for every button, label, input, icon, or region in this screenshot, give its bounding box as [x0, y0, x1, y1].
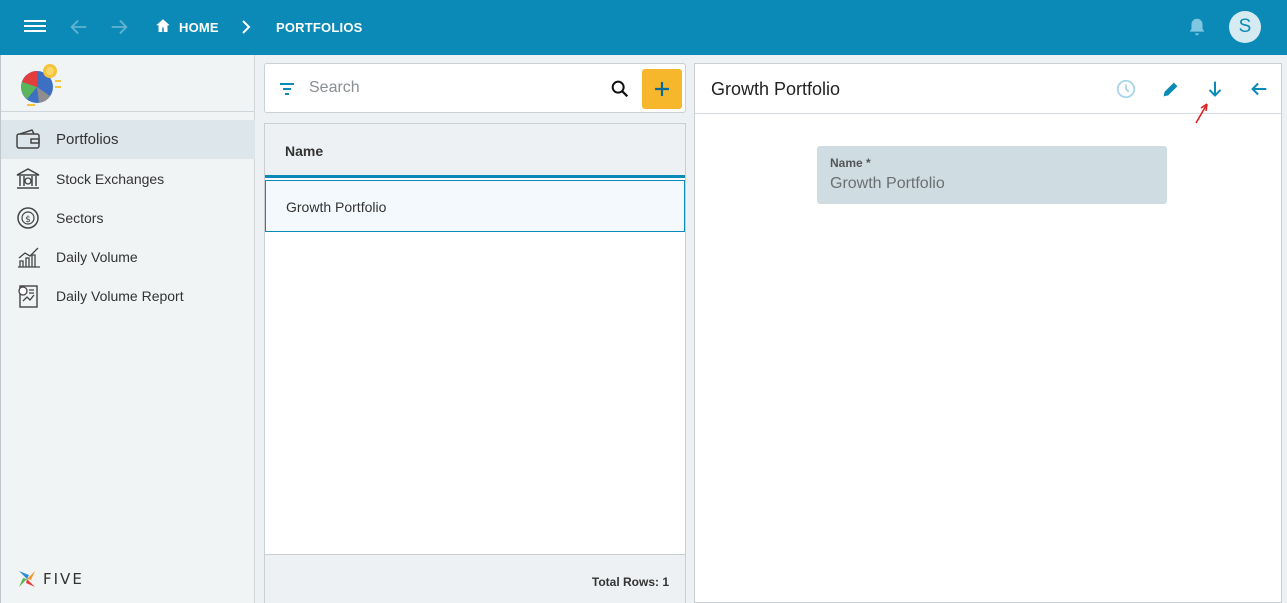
sidebar-item-sectors[interactable]: $ Sectors: [1, 198, 255, 237]
chevron-right-icon: [242, 20, 251, 34]
top-bar: HOME PORTFOLIOS S: [0, 0, 1287, 55]
history-clock-icon[interactable]: [1115, 78, 1137, 100]
sidebar-item-label: Sectors: [56, 210, 104, 226]
bank-icon: [16, 168, 40, 189]
brand-text: FIVE: [43, 570, 84, 588]
table-row[interactable]: Growth Portfolio: [265, 180, 685, 232]
name-field-label: Name *: [830, 156, 871, 170]
detail-panel: Growth Portfolio Name * Growth Portfolio: [694, 63, 1282, 603]
portfolio-table: Name Growth Portfolio Total Rows: 1: [264, 123, 686, 603]
breadcrumb-portfolios[interactable]: PORTFOLIOS: [276, 20, 363, 35]
search-bar: [264, 63, 686, 113]
red-annotation-arrow-icon: [1195, 103, 1208, 124]
edit-pencil-icon[interactable]: [1160, 78, 1182, 100]
arrow-left-icon[interactable]: [1248, 78, 1270, 100]
table-footer: Total Rows: 1: [265, 554, 685, 603]
sidebar-item-label: Stock Exchanges: [56, 171, 165, 187]
sidebar-item-label: Portfolios: [56, 131, 119, 148]
name-field-value: Growth Portfolio: [830, 175, 945, 192]
sidebar-item-stock-exchanges[interactable]: Stock Exchanges: [1, 159, 255, 198]
app-logo-area: [1, 55, 254, 112]
list-panel: Name Growth Portfolio Total Rows: 1: [264, 63, 686, 603]
breadcrumb-home[interactable]: HOME: [179, 20, 219, 35]
total-rows: Total Rows: 1: [591, 575, 669, 589]
arrow-down-icon[interactable]: [1204, 78, 1226, 100]
menu-icon[interactable]: [24, 17, 46, 37]
sidebar-item-daily-volume[interactable]: Daily Volume: [1, 237, 255, 276]
search-icon[interactable]: [609, 78, 631, 100]
wallet-icon: [16, 129, 40, 149]
forward-arrow-icon[interactable]: [108, 16, 130, 38]
table-header: Name: [265, 124, 685, 178]
sidebar-item-label: Daily Volume: [56, 249, 138, 265]
sidebar: Portfolios Stock Exchanges $ Sectors Dai…: [0, 55, 255, 603]
sidebar-item-daily-volume-report[interactable]: Daily Volume Report: [1, 276, 255, 315]
bar-chart-icon: [18, 247, 40, 268]
row-name-cell: Growth Portfolio: [286, 199, 387, 215]
dollar-cycle-icon: $: [17, 207, 39, 229]
name-field[interactable]: Name * Growth Portfolio: [817, 146, 1167, 204]
bell-icon[interactable]: [1186, 16, 1208, 38]
five-brand-logo: FIVE: [19, 570, 84, 588]
filter-icon[interactable]: [277, 79, 297, 99]
sidebar-item-portfolios[interactable]: Portfolios: [1, 120, 255, 159]
report-icon: [18, 285, 38, 308]
back-arrow-icon[interactable]: [68, 16, 90, 38]
sidebar-item-label: Daily Volume Report: [56, 288, 184, 304]
plus-icon: [655, 82, 669, 96]
avatar[interactable]: S: [1229, 11, 1261, 43]
column-header-name[interactable]: Name: [285, 143, 323, 159]
detail-title: Growth Portfolio: [711, 79, 841, 99]
search-input[interactable]: [309, 77, 599, 99]
add-button[interactable]: [642, 69, 682, 109]
svg-text:$: $: [25, 215, 31, 225]
home-icon[interactable]: [154, 17, 172, 35]
pie-chart-logo-icon: [21, 64, 61, 106]
